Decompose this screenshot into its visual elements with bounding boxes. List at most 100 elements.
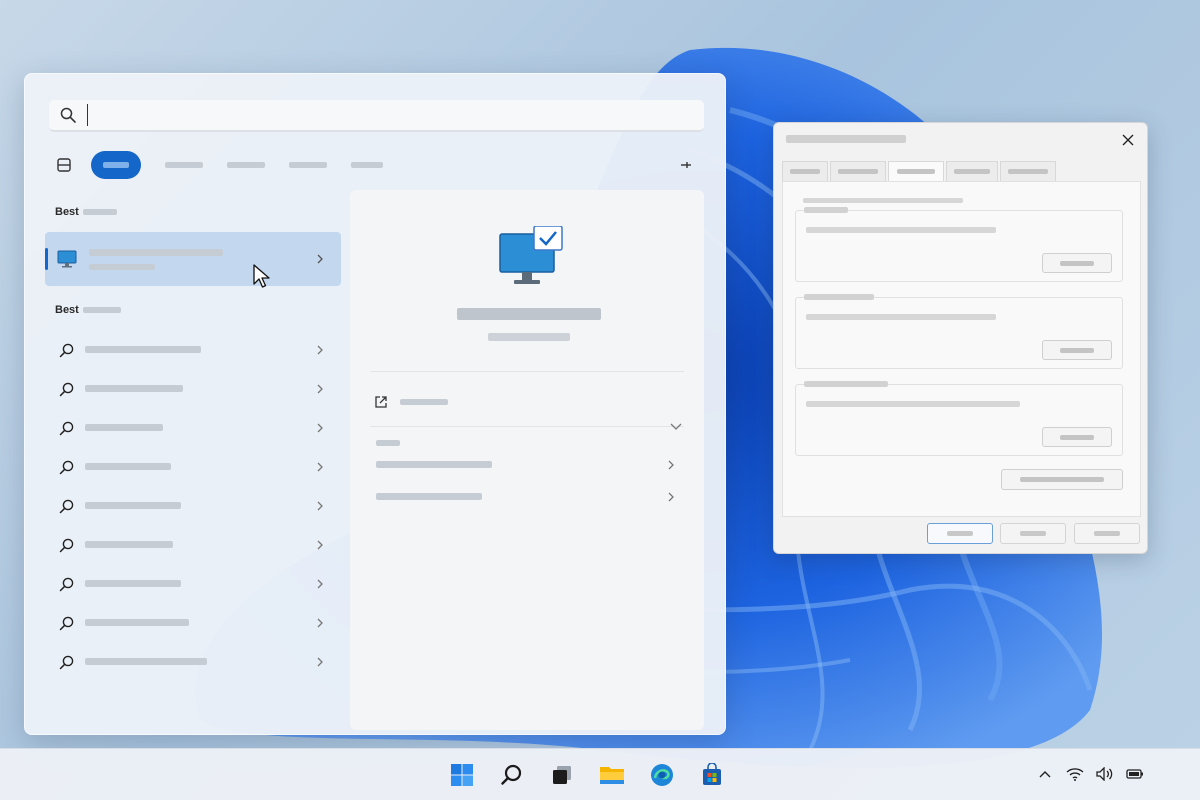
startup-recovery-settings-button[interactable] bbox=[1042, 427, 1112, 447]
filter-all-label bbox=[103, 162, 129, 168]
filter-documents-tab[interactable] bbox=[227, 151, 265, 179]
best-match-subtitle bbox=[89, 263, 155, 270]
suggestion-text bbox=[85, 658, 207, 665]
related-setting-item[interactable] bbox=[376, 455, 676, 475]
search-input[interactable] bbox=[87, 104, 667, 126]
suggestion-text bbox=[85, 424, 163, 431]
dialog-tabs bbox=[782, 161, 1058, 181]
edge-button[interactable] bbox=[644, 757, 680, 793]
chevron-right-icon bbox=[317, 345, 323, 354]
search-icon bbox=[59, 343, 74, 357]
cancel-button[interactable] bbox=[1000, 523, 1066, 544]
dialog-footer bbox=[774, 517, 1147, 553]
search-icon bbox=[59, 382, 74, 396]
search-suggestion-row[interactable] bbox=[45, 642, 341, 681]
filter-more-tab[interactable] bbox=[351, 151, 383, 179]
system-properties-icon bbox=[57, 250, 77, 268]
button-label bbox=[1060, 260, 1094, 266]
best-match-item[interactable] bbox=[45, 232, 341, 288]
store-icon bbox=[703, 763, 721, 785]
filter-web-tab[interactable] bbox=[289, 151, 327, 179]
divider bbox=[370, 426, 684, 427]
chevron-right-icon bbox=[317, 254, 323, 264]
ok-button[interactable] bbox=[927, 523, 993, 544]
related-setting-item[interactable] bbox=[376, 487, 676, 507]
tab-computer-name[interactable] bbox=[782, 161, 828, 181]
file-explorer-button[interactable] bbox=[594, 757, 630, 793]
section-label-rest bbox=[83, 307, 121, 313]
group-description bbox=[806, 401, 1020, 407]
battery-icon bbox=[1126, 769, 1143, 779]
performance-settings-button[interactable] bbox=[1042, 253, 1112, 273]
search-suggestion-row[interactable] bbox=[45, 486, 341, 525]
volume-button[interactable] bbox=[1096, 765, 1114, 783]
battery-button[interactable] bbox=[1126, 765, 1144, 783]
search-suggestions-header: Best bbox=[45, 290, 341, 330]
system-properties-dialog bbox=[773, 122, 1148, 554]
group-description bbox=[806, 227, 996, 233]
suggestion-text bbox=[85, 619, 189, 626]
tab-system-protection[interactable] bbox=[946, 161, 998, 181]
filter-all-tab[interactable] bbox=[91, 151, 141, 179]
chevron-right-icon bbox=[317, 384, 323, 393]
group-label bbox=[804, 381, 888, 387]
apply-button[interactable] bbox=[1074, 523, 1140, 544]
button-label bbox=[1060, 347, 1094, 353]
preview-pane bbox=[350, 190, 704, 730]
search-bar[interactable] bbox=[49, 100, 704, 132]
tab-advanced[interactable] bbox=[888, 161, 944, 181]
dialog-description bbox=[803, 198, 963, 203]
suggestion-text bbox=[85, 580, 181, 587]
taskbar-apps bbox=[444, 757, 730, 793]
search-suggestion-row[interactable] bbox=[45, 330, 341, 369]
best-match-header: Best bbox=[45, 192, 341, 232]
close-icon bbox=[1122, 134, 1134, 146]
open-external-icon bbox=[375, 396, 387, 408]
network-button[interactable] bbox=[1066, 765, 1084, 783]
chevron-right-icon bbox=[317, 462, 323, 471]
more-icon bbox=[681, 162, 691, 168]
more-options-button[interactable] bbox=[674, 153, 698, 177]
open-action[interactable] bbox=[374, 391, 448, 413]
tab-label bbox=[838, 169, 878, 174]
chevron-down-icon[interactable] bbox=[670, 423, 682, 431]
close-button[interactable] bbox=[1115, 127, 1141, 153]
task-view-button[interactable] bbox=[544, 757, 580, 793]
search-icon bbox=[59, 655, 74, 669]
search-suggestion-row[interactable] bbox=[45, 408, 341, 447]
search-suggestion-row[interactable] bbox=[45, 369, 341, 408]
tab-hardware[interactable] bbox=[830, 161, 886, 181]
user-profiles-group bbox=[795, 294, 1123, 369]
chevron-right-icon bbox=[317, 579, 323, 588]
search-suggestion-row[interactable] bbox=[45, 525, 341, 564]
search-suggestion-row[interactable] bbox=[45, 447, 341, 486]
system-properties-icon bbox=[499, 226, 563, 284]
store-button[interactable] bbox=[694, 757, 730, 793]
apps-filter-button[interactable] bbox=[49, 150, 79, 180]
best-match-title bbox=[89, 248, 223, 256]
performance-group bbox=[795, 207, 1123, 282]
environment-variables-button[interactable] bbox=[1001, 469, 1123, 490]
search-icon bbox=[59, 460, 74, 474]
button-label bbox=[1060, 434, 1094, 440]
search-icon bbox=[501, 764, 522, 785]
tab-label bbox=[1008, 169, 1048, 174]
tab-remote[interactable] bbox=[1000, 161, 1056, 181]
search-suggestion-row[interactable] bbox=[45, 564, 341, 603]
chevron-right-icon bbox=[668, 460, 674, 470]
dialog-body bbox=[782, 181, 1141, 517]
start-button[interactable] bbox=[444, 757, 480, 793]
filter-bar bbox=[49, 150, 704, 180]
divider bbox=[370, 371, 684, 372]
filter-apps-tab[interactable] bbox=[165, 151, 203, 179]
show-hidden-icons-button[interactable] bbox=[1036, 765, 1054, 783]
button-label bbox=[947, 531, 973, 536]
search-icon bbox=[59, 421, 74, 435]
button-label bbox=[1020, 477, 1104, 482]
suggestion-text bbox=[85, 346, 201, 353]
user-profiles-settings-button[interactable] bbox=[1042, 340, 1112, 360]
suggestion-text bbox=[85, 463, 171, 470]
search-suggestion-row[interactable] bbox=[45, 603, 341, 642]
search-icon bbox=[59, 616, 74, 630]
taskbar-search-button[interactable] bbox=[494, 757, 530, 793]
